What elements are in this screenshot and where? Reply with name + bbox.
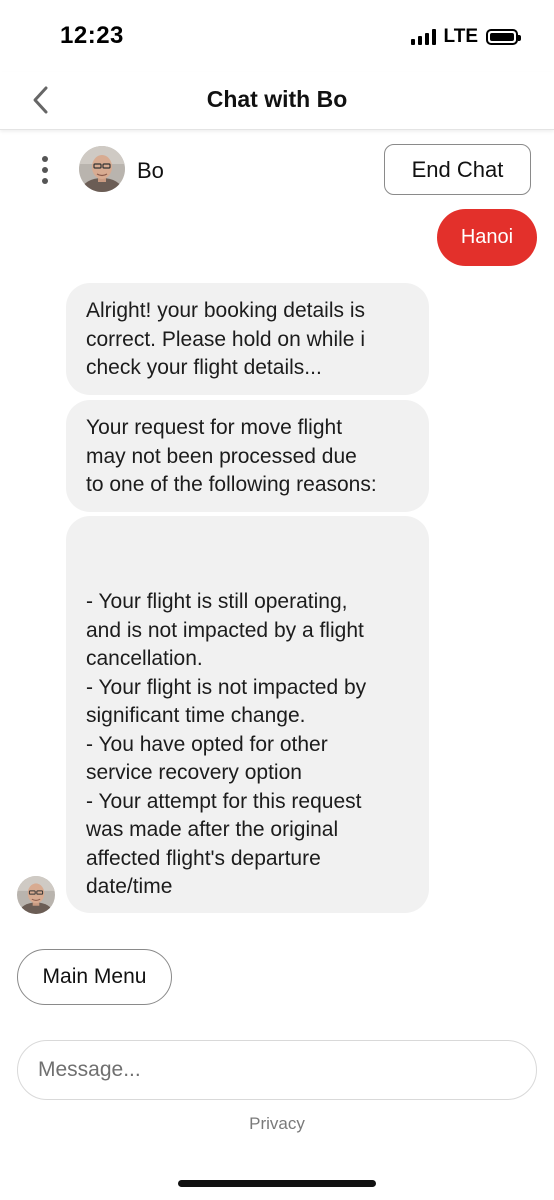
home-indicator — [178, 1180, 376, 1187]
kebab-menu-icon[interactable] — [36, 152, 54, 188]
avatar — [79, 146, 125, 192]
message-input[interactable] — [17, 1040, 537, 1100]
bot-message-bubble: Alright! your booking details is correct… — [66, 283, 429, 395]
end-chat-button[interactable]: End Chat — [384, 144, 531, 195]
agent-bar: Bo End Chat — [0, 140, 554, 200]
bot-message-bubble: - Your flight is still operating, and is… — [66, 516, 429, 913]
chat-header: Chat with Bo — [0, 72, 554, 130]
privacy-link[interactable]: Privacy — [0, 1114, 554, 1134]
avatar — [17, 876, 55, 914]
page-title: Chat with Bo — [206, 86, 348, 112]
user-message-bubble: Hanoi — [437, 209, 537, 266]
status-bar: 12:23 LTE — [0, 0, 554, 72]
network-type: LTE — [443, 26, 478, 47]
bot-message-bubble: Your request for move flight may not bee… — [66, 400, 429, 512]
signal-strength-icon — [410, 29, 436, 45]
agent-name: Bo — [137, 158, 164, 183]
main-menu-button[interactable]: Main Menu — [17, 949, 172, 1005]
status-indicators: LTE — [410, 26, 521, 48]
battery-icon — [486, 29, 521, 45]
status-time: 12:23 — [60, 22, 124, 49]
